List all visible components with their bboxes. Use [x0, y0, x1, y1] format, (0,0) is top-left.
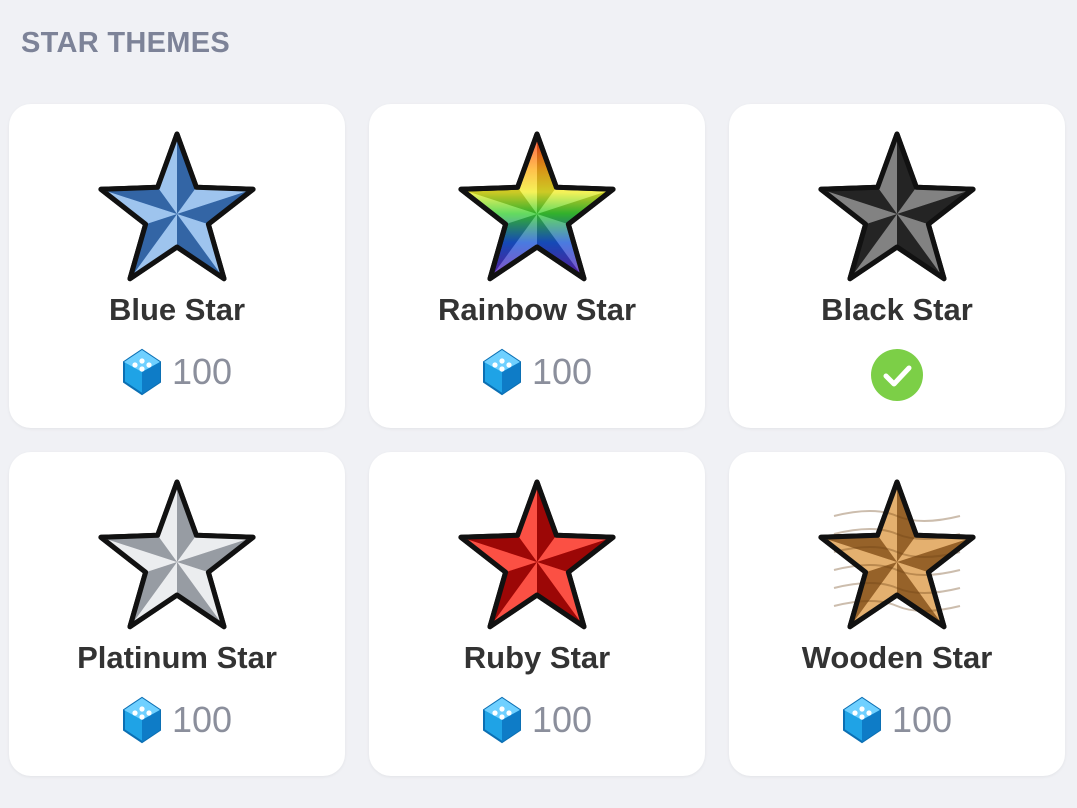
section-title: STAR THEMES [21, 27, 230, 59]
blue-gem-icon [482, 348, 522, 396]
price-value: 100 [171, 351, 233, 392]
theme-name: Rainbow Star [437, 292, 637, 327]
theme-name: Wooden Star [801, 640, 993, 675]
price-tag: 100 [369, 696, 705, 744]
blue-star-icon [94, 128, 260, 284]
price-tag: 100 [9, 348, 345, 396]
theme-card-black-star[interactable]: Black Star [729, 104, 1065, 428]
owned-indicator [729, 348, 1065, 402]
theme-card-blue-star[interactable]: Blue Star 100 [9, 104, 345, 428]
price-tag: 100 [729, 696, 1065, 744]
blue-gem-icon [482, 696, 522, 744]
price-tag: 100 [369, 348, 705, 396]
theme-card-rainbow-star[interactable]: Rainbow Star 100 [369, 104, 705, 428]
blue-gem-icon [122, 696, 162, 744]
platinum-star-icon [94, 476, 260, 632]
check-circle-icon [871, 349, 923, 401]
theme-name: Blue Star [108, 292, 246, 327]
wooden-star-icon [814, 476, 980, 632]
blue-gem-icon [842, 696, 882, 744]
price-value: 100 [531, 699, 593, 740]
rainbow-star-icon [454, 128, 620, 284]
price-value: 100 [531, 351, 593, 392]
ruby-star-icon [454, 476, 620, 632]
theme-name: Black Star [821, 292, 973, 327]
star-theme-grid: Blue Star 100 Rainbow Star 100 Black Sta… [9, 104, 1065, 776]
theme-name: Platinum Star [77, 640, 277, 675]
price-value: 100 [171, 699, 233, 740]
theme-card-wooden-star[interactable]: Wooden Star 100 [729, 452, 1065, 776]
price-value: 100 [891, 699, 953, 740]
theme-name: Ruby Star [463, 640, 611, 675]
theme-card-platinum-star[interactable]: Platinum Star 100 [9, 452, 345, 776]
theme-card-ruby-star[interactable]: Ruby Star 100 [369, 452, 705, 776]
black-star-icon [814, 128, 980, 284]
price-tag: 100 [9, 696, 345, 744]
blue-gem-icon [122, 348, 162, 396]
